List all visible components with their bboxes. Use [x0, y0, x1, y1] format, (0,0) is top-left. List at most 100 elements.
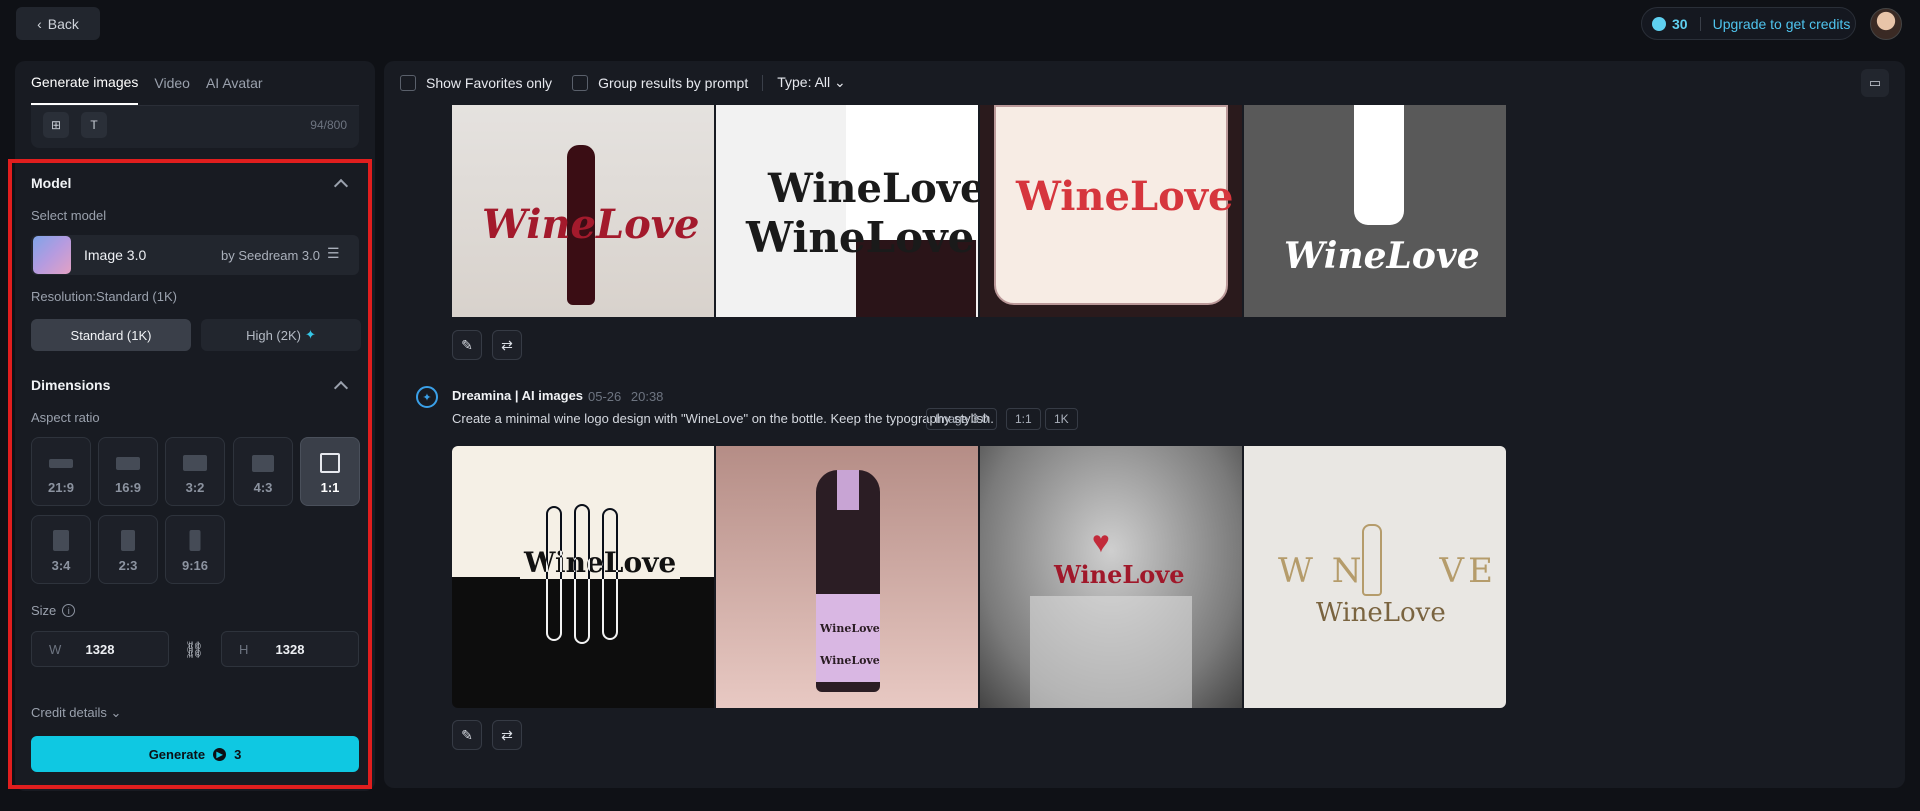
result-image[interactable]: WineLove	[452, 446, 714, 708]
back-button[interactable]: ‹ Back	[16, 7, 100, 40]
avatar[interactable]	[1870, 8, 1902, 40]
brand-name: Dreamina | AI images	[452, 388, 584, 403]
logo-text: WineLove	[746, 213, 975, 262]
image-reference-icon[interactable]: ⊞	[43, 112, 69, 138]
aspect-2-3[interactable]: 2:3	[98, 515, 158, 584]
regenerate-icon[interactable]: ⇄	[492, 720, 522, 750]
favorites-checkbox[interactable]	[400, 74, 416, 91]
generate-button[interactable]: Generate ▶ 3	[31, 736, 359, 772]
bottle-outline	[546, 506, 562, 641]
prompt-box[interactable]: ⊞ T 94/800	[31, 106, 359, 148]
mode-tabs: Generate images Video AI Avatar	[31, 61, 263, 105]
model-provider: by Seedream 3.0	[221, 248, 321, 263]
tag-resolution: 1K	[1045, 408, 1078, 430]
prompt-text: Create a minimal wine logo design with "…	[452, 411, 994, 426]
result-image[interactable]: W N VE WineLove	[1244, 446, 1506, 708]
type-filter[interactable]: Type: All ⌄	[777, 74, 846, 91]
sliders-icon[interactable]: ☰	[327, 245, 340, 262]
credit-count: 30	[1672, 15, 1688, 32]
info-icon[interactable]: i	[62, 604, 76, 617]
bottle-cap	[837, 470, 859, 510]
aspect-label: 3:2	[185, 480, 205, 495]
aspect-shape-icon	[320, 453, 340, 473]
left-panel: Generate images Video AI Avatar ⊞ T 94/8…	[15, 61, 375, 791]
width-field[interactable]: W 1328	[31, 631, 169, 667]
aspect-shape-icon	[116, 457, 140, 470]
char-count: 94/800	[310, 118, 347, 132]
tab-ai-avatar[interactable]: AI Avatar	[206, 61, 263, 105]
bottle-outline	[574, 504, 590, 644]
logo-text: WineLove	[1284, 235, 1480, 277]
aspect-label: 16:9	[114, 480, 142, 495]
dreamina-logo-icon: ✦	[416, 386, 438, 408]
link-icon[interactable]: ⛓	[184, 640, 204, 660]
tag-ratio: 1:1	[1006, 408, 1041, 430]
edit-icon[interactable]: ✎	[452, 330, 482, 360]
size-label: Size i	[31, 603, 76, 618]
edit-icon[interactable]: ✎	[452, 720, 482, 750]
resolution-label: Resolution:Standard (1K)	[31, 289, 177, 304]
aspect-9-16[interactable]: 9:16	[165, 515, 225, 584]
credit-coin-icon	[1652, 16, 1666, 31]
aspect-label: 3:4	[51, 558, 71, 573]
aspect-label: 4:3	[253, 480, 273, 495]
aspect-21-9[interactable]: 21:9	[31, 437, 91, 506]
result-image[interactable]: ♥ WineLove	[980, 446, 1242, 708]
aspect-3-4[interactable]: 3:4	[31, 515, 91, 584]
aspect-ratio-label: Aspect ratio	[31, 410, 100, 425]
favorites-label: Show Favorites only	[426, 74, 553, 91]
generate-label: Generate	[148, 746, 206, 762]
resolution-high-label: High (2K)	[246, 327, 301, 343]
model-select[interactable]: Image 3.0 by Seedream 3.0 ☰	[31, 235, 359, 275]
text-style-icon[interactable]: T	[81, 112, 107, 138]
size-text: Size	[31, 603, 57, 618]
logo-text: WineLove	[820, 622, 880, 635]
logo-text: WineLove	[1016, 173, 1234, 220]
result-image[interactable]: WineLove WineLove	[716, 105, 978, 317]
dimensions-section-title: Dimensions	[31, 377, 111, 393]
label-shape	[816, 594, 880, 682]
bottle-outline	[602, 508, 618, 640]
type-filter-label: Type: All	[777, 74, 831, 90]
group-checkbox[interactable]	[572, 74, 589, 91]
aspect-shape-icon	[53, 530, 69, 551]
resolution-standard-label: Standard (1K)	[70, 327, 152, 343]
model-thumbnail	[33, 236, 71, 274]
back-label: Back	[47, 15, 79, 32]
resolution-standard-button[interactable]: Standard (1K)	[31, 319, 191, 351]
tab-generate-images[interactable]: Generate images	[31, 61, 139, 105]
timestamp: 05-26 20:38	[588, 389, 663, 404]
bottle-shape	[1354, 105, 1404, 225]
height-field[interactable]: H 1328	[221, 631, 359, 667]
date: 05-26	[588, 389, 622, 404]
aspect-shape-icon	[252, 455, 274, 472]
filter-bar: Show Favorites only Group results by pro…	[400, 74, 846, 91]
result-image[interactable]: WineLove	[452, 105, 714, 317]
aspect-label: 21:9	[47, 480, 75, 495]
height-value: 1328	[275, 642, 305, 657]
aspect-1-1[interactable]: 1:1	[300, 437, 360, 506]
result-image[interactable]: WineLove	[980, 105, 1242, 317]
aspect-shape-icon	[183, 455, 207, 471]
resolution-high-button[interactable]: High (2K) ✦	[201, 319, 361, 351]
aspect-3-2[interactable]: 3:2	[165, 437, 225, 506]
aspect-shape-icon	[121, 530, 135, 551]
result-image[interactable]: WineLove	[1244, 105, 1506, 317]
regenerate-icon[interactable]: ⇄	[492, 330, 522, 360]
logo-split-text: W N VE	[1278, 551, 1497, 591]
result-image[interactable]: WineLove WineLove	[716, 446, 978, 708]
aspect-4-3[interactable]: 4:3	[233, 437, 293, 506]
logo-text: WineLove	[1054, 560, 1185, 589]
credits-pill[interactable]: 30 Upgrade to get credits	[1641, 7, 1856, 40]
tag-model: Image 3.0	[926, 408, 998, 430]
aspect-16-9[interactable]: 16:9	[98, 437, 158, 506]
model-section-title: Model	[31, 175, 72, 191]
upgrade-link[interactable]: Upgrade to get credits	[1713, 16, 1851, 32]
tab-video[interactable]: Video	[154, 61, 190, 105]
select-model-label: Select model	[31, 208, 107, 223]
credit-details-toggle[interactable]: Credit details ⌄	[31, 705, 121, 721]
folder-icon[interactable]: ▭	[1861, 69, 1889, 97]
bottle-outline	[1362, 524, 1382, 596]
logo-text: WineLove	[820, 654, 880, 667]
aspect-shape-icon	[189, 530, 201, 551]
